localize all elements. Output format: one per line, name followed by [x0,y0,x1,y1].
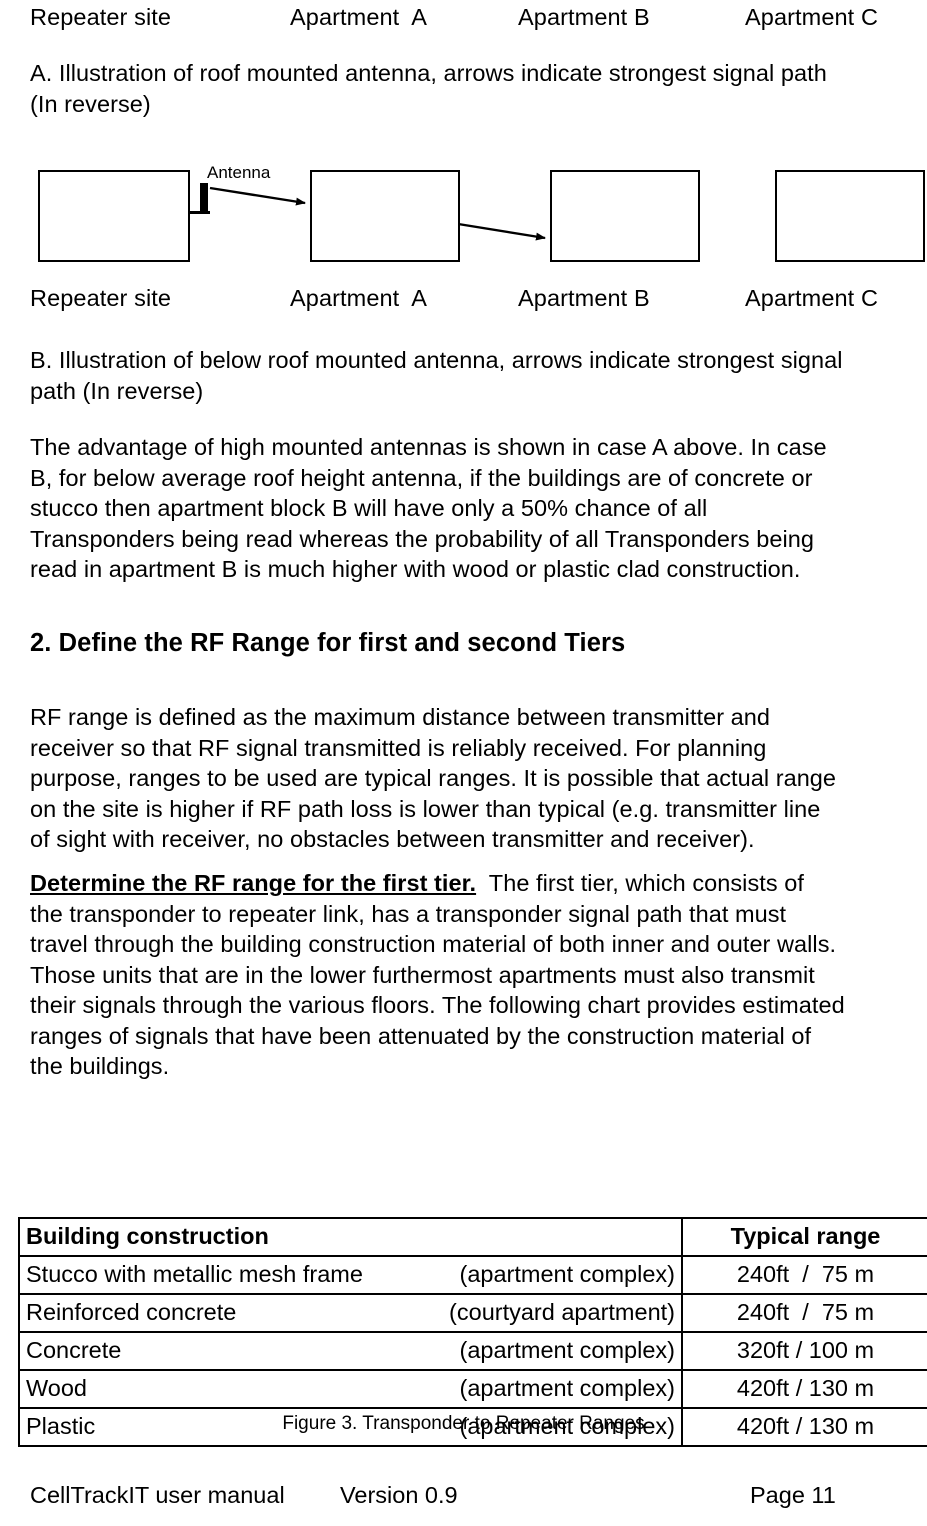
first-tier-body: The first tier, which consists of the tr… [30,870,845,1079]
cell-material: Concrete [26,1336,122,1363]
antenna-signal-diagram: Antenna [0,150,927,275]
table-header-row: Building construction Typical range [18,1217,927,1257]
first-tier-lead-in: Determine the RF range for the first tie… [30,870,477,896]
figure-caption-b: B. Illustration of below roof mounted an… [30,347,843,404]
diagram-bottom-label-2: Apartment B [518,285,650,311]
cell-building-construction: Wood (apartment complex) [18,1369,683,1409]
cell-material: Reinforced concrete [26,1298,237,1325]
figure-3-caption: Figure 3. Transponder to Repeater Ranges [282,1413,645,1434]
building-apartment-c [775,170,925,262]
diagram-top-label-row: Repeater site Apartment A Apartment B Apart… [0,2,927,32]
building-apartment-a [310,170,460,262]
document-page: Repeater site Apartment A Apartment B Apart… [0,0,927,1526]
building-apartment-b [550,170,700,262]
paragraph-antenna-advantage: The advantage of high mounted antennas i… [30,434,827,582]
cell-typical-range: 320ft / 100 m [681,1331,927,1371]
cell-material: Stucco with metallic mesh frame [26,1260,363,1287]
cell-usage: (apartment complex) [459,1374,676,1401]
table-row: Concrete (apartment complex) 320ft / 100 m [18,1331,927,1371]
footer-version: Version 0.9 [340,1482,458,1508]
paragraph-rf-range-definition: RF range is defined as the maximum dista… [30,704,837,852]
cell-building-construction: Reinforced concrete (courtyard apartment) [18,1293,683,1333]
diagram-top-label-2: Apartment B [518,4,650,30]
diagram-bottom-label-1: Apartment A [290,285,428,311]
diagram-top-label-3: Apartment C [745,4,879,30]
table-row: Wood (apartment complex) 420ft / 130 m [18,1369,927,1409]
diagram-top-label-1: Apartment A [290,4,428,30]
footer-page-number: Page 11 [750,1482,836,1508]
cell-building-construction: Concrete (apartment complex) [18,1331,683,1371]
paragraph-first-tier: Determine the RF range for the first tie… [30,868,920,1082]
cell-material: Wood [26,1374,87,1401]
section-heading-rf-range: 2. Define the RF Range for first and sec… [30,629,626,657]
cell-usage: (courtyard apartment) [449,1298,675,1325]
table-row: Reinforced concrete (courtyard apartment)… [18,1293,927,1333]
figure-caption-a: A. Illustration of roof mounted antenna,… [30,60,827,117]
footer-manual-title: CellTrackIT user manual [30,1482,285,1508]
diagram-top-label-0: Repeater site [30,4,172,30]
cell-usage: (apartment complex) [459,1260,676,1287]
diagram-bottom-label-row: Repeater site Apartment A Apartment B Apart… [0,283,927,313]
building-repeater-site [38,170,190,262]
cell-building-construction: Stucco with metallic mesh frame (apartmen… [18,1255,683,1295]
diagram-bottom-label-3: Apartment C [745,285,879,311]
column-header-building-construction: Building construction [18,1217,683,1257]
cell-typical-range: 240ft / 75 m [681,1255,927,1295]
cell-usage: (apartment complex) [459,1336,676,1363]
arrow-a-to-b [451,221,546,241]
column-header-typical-range: Typical range [681,1217,927,1257]
cell-typical-range: 240ft / 75 m [681,1293,927,1333]
antenna-label: Antenna [207,163,271,182]
table-row: Stucco with metallic mesh frame (apartmen… [18,1255,927,1295]
page-footer: CellTrackIT user manual Version 0.9 Page… [0,1478,927,1512]
diagram-bottom-label-0: Repeater site [30,285,172,311]
cell-typical-range: 420ft / 130 m [681,1369,927,1409]
arrow-repeater-to-a [209,186,306,206]
antenna-icon [200,183,208,213]
